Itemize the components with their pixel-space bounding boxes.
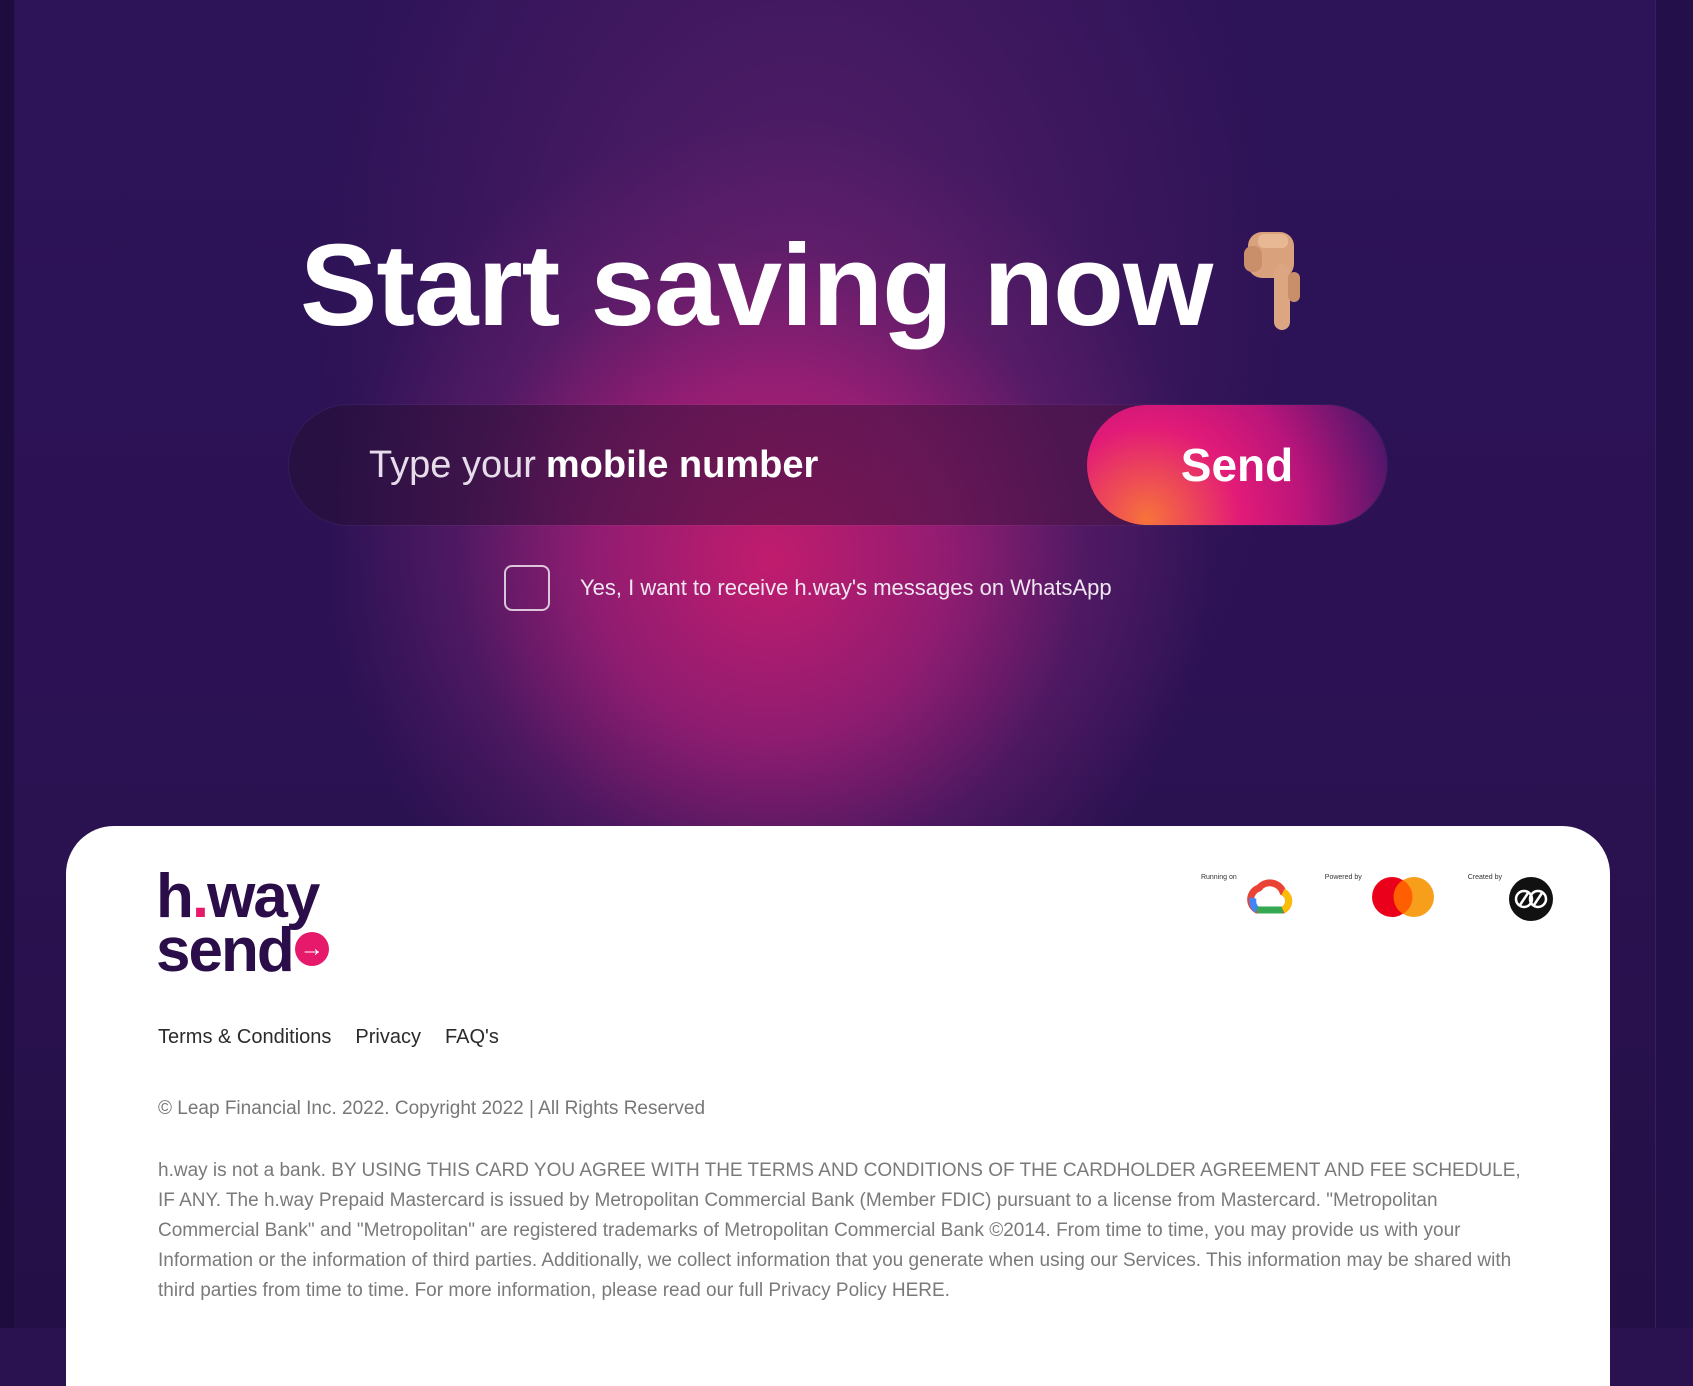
terms-link[interactable]: Terms & Conditions	[158, 1026, 331, 1049]
phone-signup-bar: Type your mobile number Send	[289, 405, 1387, 525]
whatsapp-consent-label: Yes, I want to receive h.way's messages …	[580, 575, 1112, 600]
copyright-text: © Leap Financial Inc. 2022. Copyright 20…	[158, 1098, 706, 1119]
privacy-link[interactable]: Privacy	[355, 1026, 421, 1049]
partner-logos: Running on Powered by Created by	[1201, 870, 1554, 922]
google-cloud-icon	[1247, 879, 1292, 914]
input-placeholder-light: Type your	[369, 443, 536, 486]
headline-text: Start saving now	[300, 220, 1213, 350]
mobile-number-input[interactable]: Type your mobile number	[369, 405, 1049, 525]
input-placeholder-bold: mobile number	[545, 443, 819, 486]
legal-disclaimer: h.way is not a bank. BY USING THIS CARD …	[158, 1160, 1521, 1301]
partner-caption: Created by	[1467, 874, 1502, 881]
page-scrollbar[interactable]	[1655, 0, 1693, 1328]
partner-caption: Running on	[1200, 874, 1237, 881]
whatsapp-consent-checkbox[interactable]	[504, 565, 550, 611]
faq-link[interactable]: FAQ's	[445, 1026, 499, 1049]
partner-mastercard: Powered by	[1325, 870, 1438, 918]
whatsapp-consent: Yes, I want to receive h.way's messages …	[504, 565, 1112, 611]
page-edge-left	[0, 0, 14, 1328]
hero-headline: Start saving now	[300, 218, 1400, 352]
footer-card: h.way send → Running on Powered by Create…	[66, 826, 1610, 1386]
partner-creator: Created by	[1468, 870, 1554, 922]
creator-badge-icon	[1509, 877, 1553, 921]
send-button[interactable]: Send	[1087, 405, 1387, 525]
hway-send-logo[interactable]: h.way send →	[156, 866, 329, 982]
pointing-down-hand-icon	[1244, 232, 1301, 330]
partner-google-cloud: Running on	[1201, 870, 1295, 918]
arrow-right-icon: →	[294, 931, 329, 966]
logo-send: send	[156, 916, 295, 985]
logo-line-2: send →	[156, 920, 329, 982]
mastercard-icon	[1371, 877, 1434, 917]
partner-caption: Powered by	[1324, 874, 1362, 881]
footer-links: Terms & Conditions Privacy FAQ's	[158, 1026, 499, 1049]
